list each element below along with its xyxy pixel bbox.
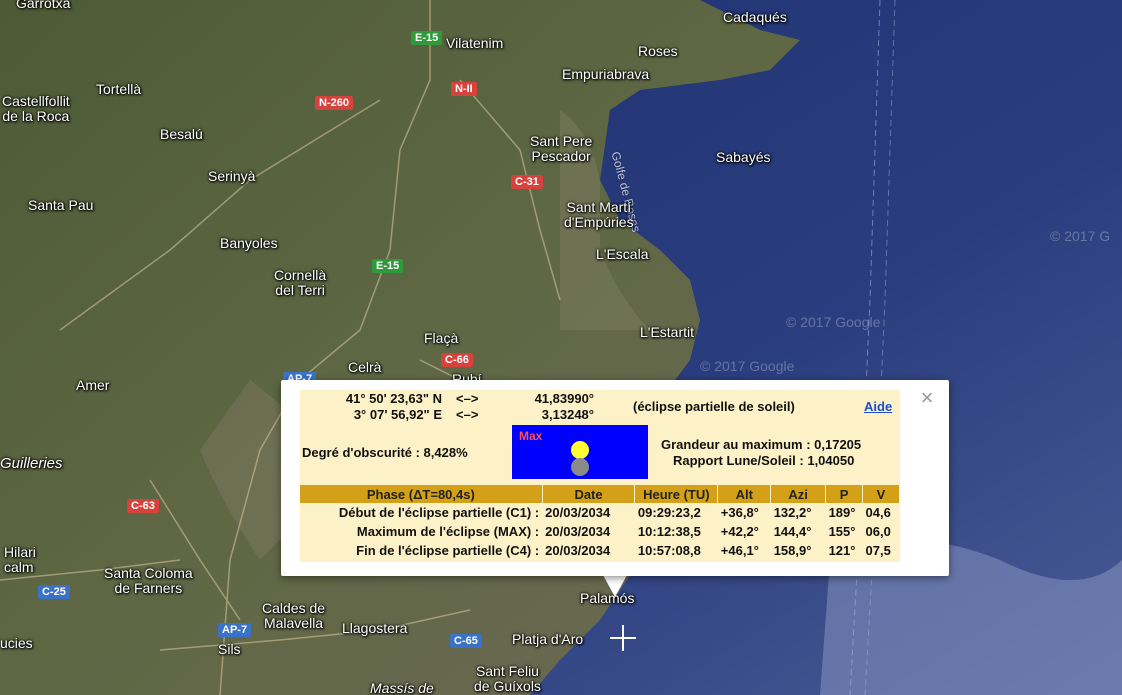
eclipse-info-popup: × 41° 50' 23,63" N 3° 07' 56,92" E <–> <… <box>281 380 949 576</box>
place-label: Llagostera <box>342 620 408 636</box>
copyright-watermark: © 2017 Google <box>700 358 795 374</box>
place-label: Hilari calm <box>4 544 36 575</box>
place-label: Sant Pere Pescador <box>530 133 593 164</box>
table-row: Maximum de l'éclipse (MAX) : 20/03/2034 … <box>300 522 900 541</box>
azimuth-cell: 144,4° <box>773 524 812 539</box>
road-shield: C-31 <box>511 175 543 189</box>
place-label: L'Estartit <box>640 324 695 340</box>
column-header: P <box>825 485 864 503</box>
place-label: Empuriabrava <box>562 66 650 82</box>
time-cell: 10:12:38,5 <box>637 524 701 539</box>
longitude-decimal: 3,13248° <box>541 407 594 422</box>
altitude-cell: +46,1° <box>720 543 759 558</box>
place-label: Cornellà del Terri <box>274 267 327 298</box>
column-header: Date <box>542 485 636 503</box>
azimuth-cell: 158,9° <box>773 543 812 558</box>
coord-arrow: <–> <box>456 391 479 406</box>
obscuration-degree: Degré d'obscurité : 8,428% <box>302 445 468 460</box>
satellite-map[interactable]: Garrotxa Cadaqués Vilatenim Roses Tortel… <box>0 0 1122 695</box>
place-label: Castellfollit de la Roca <box>2 93 70 124</box>
table-row: Fin de l'éclipse partielle (C4) : 20/03/… <box>300 541 900 560</box>
magnitude-at-max: Grandeur au maximum : 0,17205 <box>661 437 862 452</box>
longitude-dms: 3° 07' 56,92" E <box>353 407 442 422</box>
road-shield: N-II <box>451 82 477 96</box>
p-cell: 189° <box>828 505 856 520</box>
place-label: Santa Coloma de Farners <box>104 565 193 596</box>
place-label: Roses <box>638 43 678 59</box>
moon-sun-ratio: Rapport Lune/Soleil : 1,04050 <box>673 453 855 468</box>
altitude-cell: +42,2° <box>720 524 759 539</box>
place-label: Amer <box>76 377 110 393</box>
place-label: Massís de <box>370 680 434 695</box>
road-shield: AP-7 <box>218 623 252 637</box>
help-link[interactable]: Aide <box>864 399 892 414</box>
date-cell: 20/03/2034 <box>545 524 611 539</box>
place-label: Besalú <box>160 126 203 142</box>
eclipse-sky-view: Max <box>512 425 648 479</box>
place-label: ucies <box>0 635 33 651</box>
road-shield: E-15 <box>411 31 443 45</box>
phase-cell: Fin de l'éclipse partielle (C4) : <box>356 543 540 558</box>
place-label: Banyoles <box>220 235 278 251</box>
coord-arrow: <–> <box>456 407 479 422</box>
copyright-watermark: © 2017 Google <box>786 314 881 330</box>
road-shield: C-66 <box>441 353 473 367</box>
place-label: Santa Pau <box>28 197 94 213</box>
table-row: Début de l'éclipse partielle (C1) : 20/0… <box>300 503 900 522</box>
place-label: Vilatenim <box>446 35 504 51</box>
place-label: Serinyà <box>208 168 256 184</box>
v-cell: 06,0 <box>865 524 891 539</box>
table-header-row: Phase (ΔT=80,4s) Date Heure (TU) Alt Azi… <box>300 485 900 503</box>
v-cell: 04,6 <box>865 505 891 520</box>
column-header: Heure (TU) <box>634 485 719 503</box>
sun-icon <box>571 441 589 459</box>
azimuth-cell: 132,2° <box>773 505 812 520</box>
close-button[interactable]: × <box>917 387 937 409</box>
place-label: Celrà <box>348 359 382 375</box>
p-cell: 121° <box>828 543 856 558</box>
place-label: Sant Martí d'Empúries <box>564 199 634 230</box>
date-cell: 20/03/2034 <box>545 543 611 558</box>
place-label: Sils <box>218 641 241 657</box>
time-cell: 09:29:23,2 <box>637 505 701 520</box>
place-label: Garrotxa <box>16 0 71 11</box>
eclipse-phases-table: Phase (ΔT=80,4s) Date Heure (TU) Alt Azi… <box>300 485 900 560</box>
eclipse-info-panel: 41° 50' 23,63" N 3° 07' 56,92" E <–> <–>… <box>300 390 900 562</box>
place-label: Sabayés <box>716 149 771 165</box>
road-shield: N-260 <box>315 96 353 110</box>
altitude-cell: +36,8° <box>720 505 759 520</box>
latitude-dms: 41° 50' 23,63" N <box>345 391 442 406</box>
place-label: Tortellà <box>96 81 142 97</box>
phase-cell: Début de l'éclipse partielle (C1) : <box>338 505 540 520</box>
column-header: Alt <box>717 485 772 503</box>
road-shield: C-25 <box>38 585 70 599</box>
place-label: L'Escala <box>596 246 649 262</box>
sky-max-label: Max <box>519 429 543 443</box>
column-header: Phase (ΔT=80,4s) <box>300 485 543 503</box>
place-label: Sant Feliu de Guíxols <box>474 663 541 694</box>
p-cell: 155° <box>828 524 856 539</box>
road-shield: C-63 <box>127 499 159 513</box>
phase-cell: Maximum de l'éclipse (MAX) : <box>356 524 540 539</box>
road-shield: E-15 <box>372 259 404 273</box>
copyright-watermark: © 2017 G <box>1050 228 1111 244</box>
place-label: Platja d'Aro <box>512 631 584 647</box>
column-header: V <box>862 485 900 503</box>
v-cell: 07,5 <box>865 543 891 558</box>
place-label: Cadaqués <box>723 9 787 25</box>
popup-pointer <box>603 575 627 597</box>
place-label: Flaçà <box>424 330 459 346</box>
time-cell: 10:57:08,8 <box>637 543 701 558</box>
place-label: Caldes de Malavella <box>262 600 326 631</box>
date-cell: 20/03/2034 <box>545 505 611 520</box>
place-label: Guilleries <box>0 455 63 472</box>
moon-icon <box>571 458 589 476</box>
location-marker-crosshair[interactable] <box>610 625 636 651</box>
road-shield: C-65 <box>450 634 482 648</box>
eclipse-type: (éclipse partielle de soleil) <box>633 399 795 414</box>
latitude-decimal: 41,83990° <box>534 391 594 406</box>
column-header: Azi <box>770 485 827 503</box>
